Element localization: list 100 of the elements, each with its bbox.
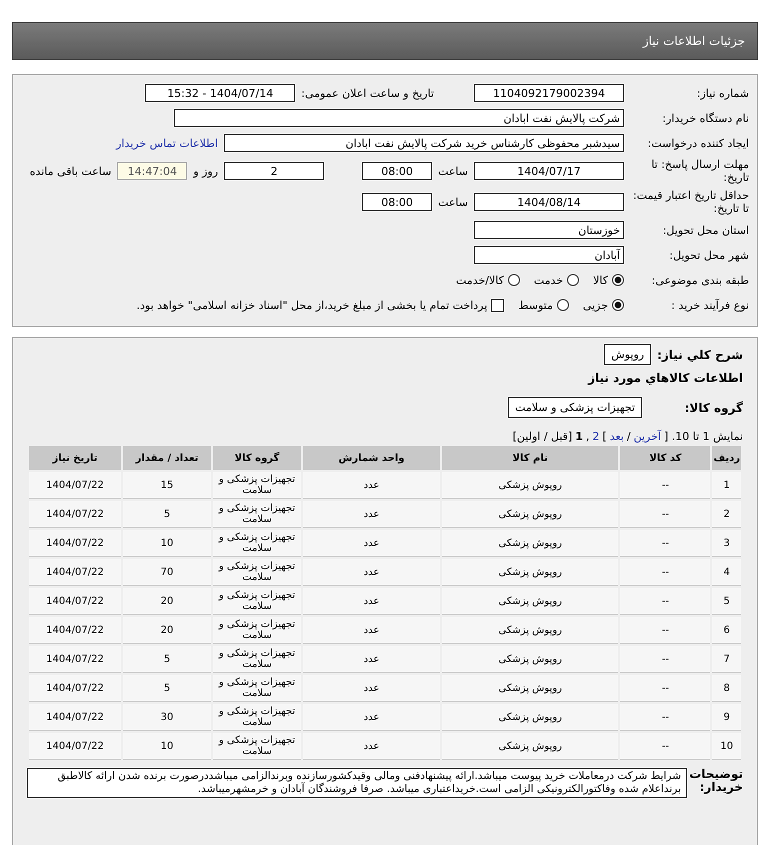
pager-text: ] — [602, 430, 607, 443]
field-label: حداقل تاریخ اعتبار قیمت: تا تاریخ: — [632, 189, 749, 215]
table-cell: تجهیزات پزشکی و سلامت — [213, 559, 301, 586]
table-cell: 7 — [712, 646, 741, 673]
table-cell: روپوش پزشکی — [442, 733, 618, 760]
table-cell: 5 — [123, 501, 211, 528]
table-cell: 15 — [123, 472, 211, 499]
option-label: خدمت — [534, 274, 564, 286]
option-label: کالا/خدمت — [456, 274, 504, 286]
need-number-field: 1104092179002394 — [474, 84, 624, 102]
table-cell: 5 — [123, 646, 211, 673]
table-cell: 1404/07/22 — [29, 733, 121, 760]
table-cell: 70 — [123, 559, 211, 586]
table-cell: 1404/07/22 — [29, 530, 121, 557]
table-cell: 5 — [123, 675, 211, 702]
time-label: ساعت — [438, 196, 468, 208]
table-cell: عدد — [303, 675, 440, 702]
field-label: نوع فرآیند خرید : — [670, 298, 749, 312]
table-cell: روپوش پزشکی — [442, 588, 618, 615]
field-label: تاریخ و ساعت اعلان عمومی: — [301, 86, 434, 100]
column-header[interactable]: کد کالا — [620, 446, 710, 470]
creator-field: سیدشبر محفوظی کارشناس خرید شرکت پالایش نفت ابادان — [224, 134, 624, 152]
field-label: استان محل تحویل: — [662, 224, 749, 236]
days-label: روز و — [193, 164, 218, 178]
summary-label: شرح کلي نياز: — [657, 348, 743, 362]
radio-button[interactable] — [508, 274, 520, 286]
group-label: گروه کالا: — [684, 400, 743, 414]
pager-link[interactable]: بعد — [610, 430, 624, 443]
summary-field: روپوش — [604, 344, 652, 365]
table-cell: عدد — [303, 501, 440, 528]
table-cell: -- — [620, 675, 710, 702]
table-cell: روپوش پزشکی — [442, 472, 618, 499]
table-cell: 3 — [712, 530, 741, 557]
section-title: اطلاعات کالاهاي مورد نياز — [586, 371, 743, 385]
pager-text: نمایش 1 تا 10. [ — [664, 430, 743, 443]
deadline-time-field: 08:00 — [362, 162, 432, 180]
deadline-date-field: 1404/07/17 — [474, 162, 624, 180]
table-cell: 9 — [712, 704, 741, 731]
table-cell: -- — [620, 617, 710, 644]
radio-button[interactable] — [567, 274, 580, 286]
radio-button[interactable] — [556, 299, 569, 311]
city-field: آبادان — [474, 246, 624, 264]
option-label: متوسط — [518, 298, 553, 312]
pager-text: , — [586, 430, 590, 443]
table-cell: 1404/07/22 — [29, 617, 121, 644]
table-cell: عدد — [303, 646, 440, 673]
table-cell: 1404/07/22 — [29, 704, 121, 731]
option-label: کالا — [593, 274, 608, 286]
checkbox-label: پرداخت تمام یا بخشی از مبلغ خرید،از محل "اسناد خزانه اسلامی" خواهد بود. — [136, 298, 488, 312]
contact-link[interactable]: اطلاعات تماس خریدار — [116, 136, 218, 150]
column-header[interactable]: گروه کالا — [213, 446, 301, 470]
table-cell: 10 — [123, 530, 211, 557]
table-cell: 5 — [712, 588, 741, 615]
announce-date-field: 1404/07/14 - 15:32 — [145, 84, 296, 102]
buyer-field: شرکت پالایش نفت ابادان — [174, 109, 624, 127]
table-cell: تجهیزات پزشکی و سلامت — [213, 472, 301, 499]
table-cell: 1404/07/22 — [29, 646, 121, 673]
table-cell: -- — [620, 646, 710, 673]
table-cell: -- — [620, 501, 710, 528]
table-cell: 10 — [712, 733, 741, 760]
remaining-time-field: 14:47:04 — [117, 162, 188, 180]
table-cell: تجهیزات پزشکی و سلامت — [213, 501, 301, 528]
radio-button[interactable] — [612, 274, 624, 286]
checkbox[interactable] — [491, 298, 504, 312]
field-label: نام دستگاه خریدار: — [661, 112, 749, 124]
remaining-label: ساعت باقی مانده — [30, 164, 112, 178]
column-header[interactable]: نام کالا — [442, 446, 618, 470]
column-header[interactable]: واحد شمارش — [303, 446, 440, 470]
table-cell: عدد — [303, 472, 440, 499]
table-cell: تجهیزات پزشکی و سلامت — [213, 588, 301, 615]
table-cell: عدد — [303, 704, 440, 731]
buyer-notes: شرایط شرکت درمعاملات خرید پیوست میباشد.ارائه پیشنهادفنی ومالی وقیدکشورسازنده وبرندالزامی میباشددرصورت برنده شدن ارائه کالاطبق برنداعلام شده وفاکتورالکترونیکی الزامی است.خریداعتباری میباشد. صرفا فروشندگان آبادان و خرمشهرمیباشد. — [27, 768, 687, 798]
column-header[interactable]: ردیف — [712, 446, 741, 470]
table-cell: -- — [620, 530, 710, 557]
radio-button[interactable] — [612, 299, 624, 311]
pager-link[interactable]: آخرین — [634, 430, 661, 443]
table-cell: روپوش پزشکی — [442, 646, 618, 673]
table-cell: عدد — [303, 617, 440, 644]
table-cell: 1404/07/22 — [29, 675, 121, 702]
column-header[interactable]: تعداد / مقدار — [123, 446, 211, 470]
table-cell: 2 — [712, 501, 741, 528]
pager-text: / — [626, 430, 631, 443]
table-cell: روپوش پزشکی — [442, 675, 618, 702]
time-label: ساعت — [438, 164, 468, 178]
table-cell: عدد — [303, 588, 440, 615]
table-cell: 6 — [712, 617, 741, 644]
column-header[interactable]: تاریخ نیاز — [29, 446, 121, 470]
table-cell: 1404/07/22 — [29, 472, 121, 499]
table-cell: روپوش پزشکی — [442, 530, 618, 557]
field-label: مهلت ارسال پاسخ: تا تاریخ: — [650, 158, 749, 184]
field-label: شماره نیاز: — [696, 86, 749, 100]
table-cell: تجهیزات پزشکی و سلامت — [213, 617, 301, 644]
table-cell: عدد — [303, 530, 440, 557]
table-cell: 20 — [123, 617, 211, 644]
table-cell: روپوش پزشکی — [442, 501, 618, 528]
pager-link[interactable]: 2 — [592, 430, 600, 443]
table-cell: تجهیزات پزشکی و سلامت — [213, 675, 301, 702]
current-page: 1 — [575, 430, 583, 443]
table-cell: 8 — [712, 675, 741, 702]
table-cell: تجهیزات پزشکی و سلامت — [213, 530, 301, 557]
